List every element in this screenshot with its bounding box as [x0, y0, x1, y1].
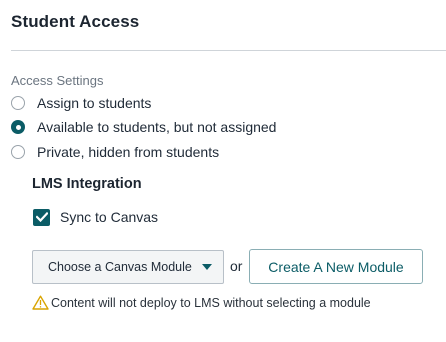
- radio-available-not-assigned[interactable]: Available to students, but not assigned: [11, 117, 276, 137]
- sync-to-canvas-checkbox-row[interactable]: Sync to Canvas: [33, 207, 158, 227]
- access-settings-label: Access Settings: [11, 73, 104, 88]
- lms-integration-title: LMS Integration: [32, 176, 142, 192]
- panel-title: Student Access: [11, 12, 140, 31]
- radio-button[interactable]: [11, 96, 25, 110]
- warning-text: Content will not deploy to LMS without s…: [51, 295, 371, 310]
- dropdown-label: Choose a Canvas Module: [48, 260, 192, 274]
- or-text: or: [230, 258, 243, 274]
- sync-to-canvas-label: Sync to Canvas: [60, 209, 159, 225]
- warning-triangle-icon: [32, 295, 49, 310]
- canvas-module-dropdown[interactable]: Choose a Canvas Module: [32, 250, 224, 284]
- radio-label: Assign to students: [37, 95, 152, 111]
- radio-label: Available to students, but not assigned: [37, 119, 277, 135]
- radio-label: Private, hidden from students: [37, 144, 220, 160]
- caret-down-icon: [201, 264, 212, 270]
- radio-assign-to-students[interactable]: Assign to students: [11, 93, 151, 113]
- checkmark-icon: [35, 212, 48, 222]
- radio-button-selected[interactable]: [11, 120, 25, 134]
- lms-warning: Content will not deploy to LMS without s…: [32, 295, 371, 310]
- divider: [11, 50, 446, 51]
- radio-private-hidden[interactable]: Private, hidden from students: [11, 142, 219, 162]
- sync-to-canvas-checkbox[interactable]: [33, 208, 50, 226]
- radio-button[interactable]: [11, 145, 25, 159]
- create-new-module-button[interactable]: Create A New Module: [249, 249, 423, 284]
